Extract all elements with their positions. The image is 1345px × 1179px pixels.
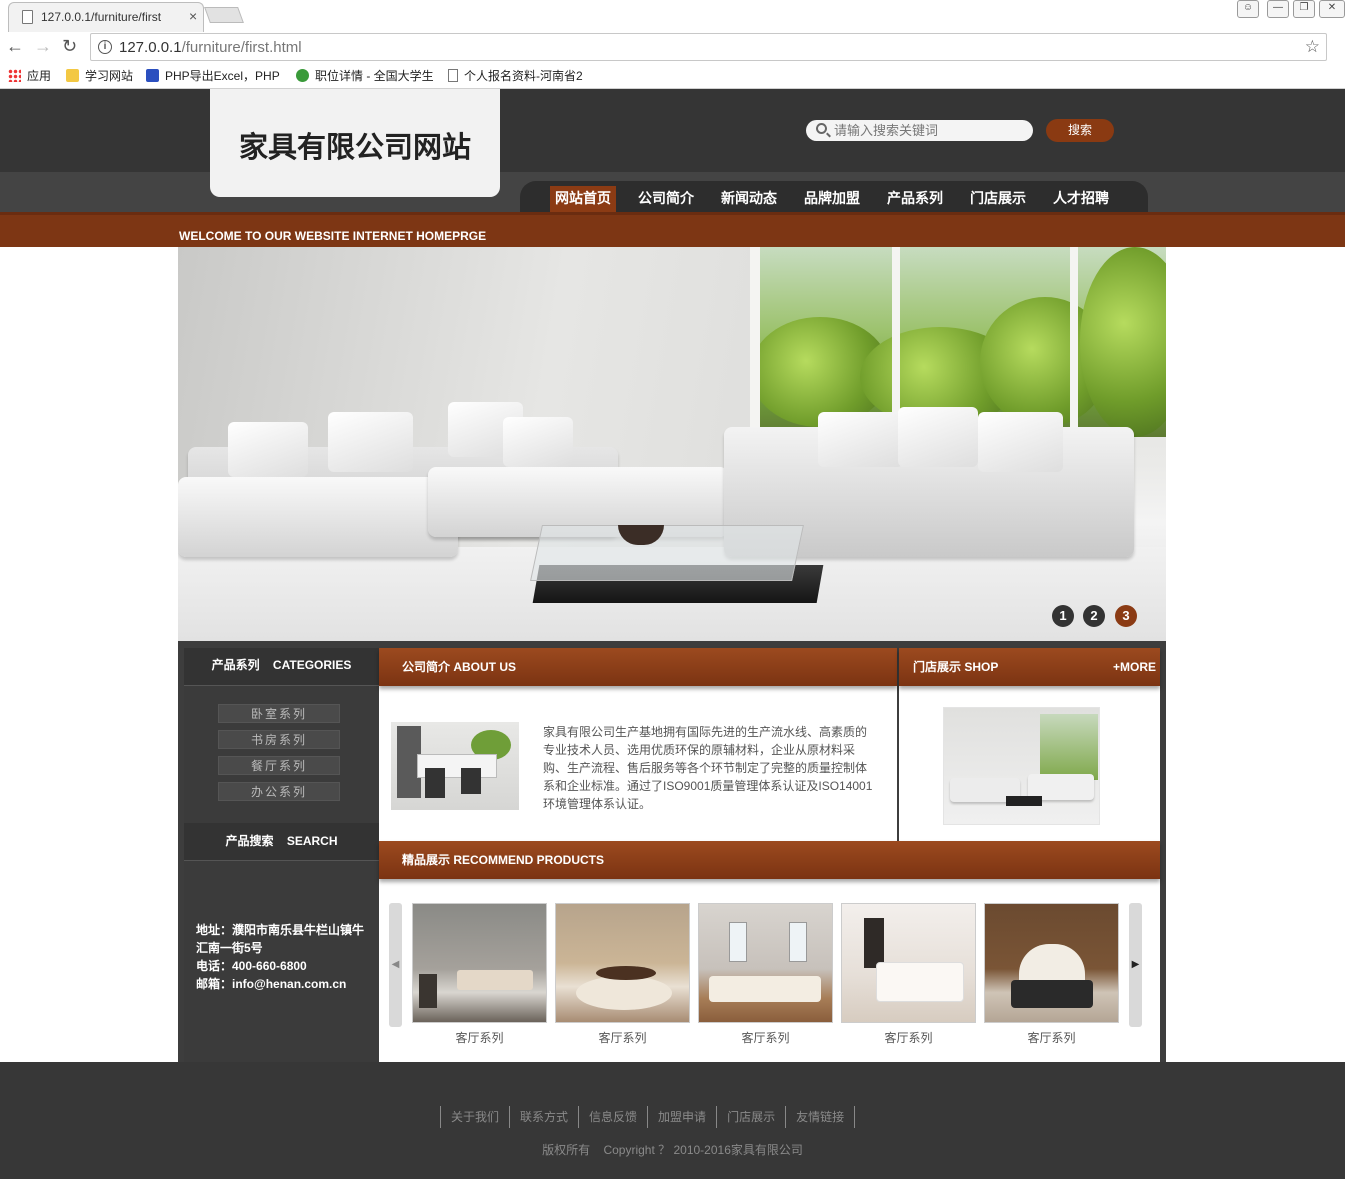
shop-title: 门店展示 SHOP +MORE (899, 648, 1160, 686)
forward-icon[interactable]: → (34, 36, 52, 57)
recommend-section: 精品展示 RECOMMEND PRODUCTS ◀ 客厅系列 客厅系列 客厅系列 (379, 841, 1160, 1062)
category-study[interactable]: 书房系列 (218, 730, 340, 749)
close-tab-icon[interactable]: × (189, 8, 197, 24)
product-card[interactable]: 客厅系列 (412, 903, 547, 1046)
site-header: 家具有限公司网站 搜索 网站首页 公司简介 新闻动态 品牌加盟 产品系列 门店展… (0, 89, 1345, 212)
search-field[interactable] (806, 120, 1033, 141)
welcome-text: WELCOME TO OUR WEBSITE INTERNET HOMEPRGE (179, 229, 487, 243)
product-card[interactable]: 客厅系列 (984, 903, 1119, 1046)
category-bedroom[interactable]: 卧室系列 (218, 704, 340, 723)
back-icon[interactable]: ← (6, 36, 24, 57)
footer-link-stores[interactable]: 门店展示 (716, 1106, 785, 1128)
address: 地址：濮阳市南乐县牛栏山镇牛汇南一街5号 (196, 923, 365, 955)
about-image[interactable] (391, 722, 519, 810)
page-icon (448, 69, 458, 82)
product-caption: 客厅系列 (1027, 1031, 1076, 1045)
bookmark-apps[interactable]: 应用 (8, 67, 51, 84)
shop-title-text: 门店展示 SHOP (913, 660, 999, 674)
search-button[interactable]: 搜索 (1046, 119, 1114, 142)
logo[interactable]: 家具有限公司网站 (210, 89, 500, 197)
info-icon[interactable]: i (98, 40, 112, 54)
sidebar: 产品系列 CATEGORIES 卧室系列 书房系列 餐厅系列 办公系列 产品搜索… (184, 648, 379, 1062)
recommend-title: 精品展示 RECOMMEND PRODUCTS (379, 841, 1160, 879)
address-bar[interactable]: i 127.0.0.1/furniture/first.html ☆ (90, 33, 1327, 61)
logo-text: 家具有限公司网站 (238, 132, 471, 164)
about-title: 公司简介 ABOUT US (379, 648, 897, 686)
apps-grid-icon (8, 69, 21, 82)
shop-section: 门店展示 SHOP +MORE (899, 648, 1160, 841)
tab-title: 127.0.0.1/furniture/first (41, 10, 162, 24)
about-section: 公司简介 ABOUT US 家具有限公司生产基地拥有国际先进的生产流水线、高素质… (379, 648, 897, 841)
product-search-title: 产品搜索 SEARCH (184, 823, 379, 861)
nav-news[interactable]: 新闻动态 (716, 186, 782, 212)
footer-link-about[interactable]: 关于我们 (440, 1106, 509, 1128)
product-card[interactable]: 客厅系列 (698, 903, 833, 1046)
footer-link-join[interactable]: 加盟申请 (647, 1106, 716, 1128)
nav-about[interactable]: 公司简介 (633, 186, 699, 212)
nav-products[interactable]: 产品系列 (882, 186, 948, 212)
close-window-icon[interactable]: ✕ (1319, 0, 1345, 18)
bookmark-job[interactable]: 职位详情 - 全国大学生 (296, 67, 434, 84)
slide-dot-3[interactable]: 3 (1115, 605, 1137, 627)
site-footer: 关于我们 联系方式 信息反馈 加盟申请 门店展示 友情链接 版权所有 Copyright … (0, 1062, 1345, 1179)
paw-icon (146, 69, 159, 82)
search-input[interactable] (834, 122, 1024, 139)
email: 邮箱：info@henan.com.cn (196, 977, 347, 991)
next-arrow-icon[interactable]: ▶ (1129, 903, 1142, 1027)
nav-franchise[interactable]: 品牌加盟 (799, 186, 865, 212)
footer-link-feedback[interactable]: 信息反馈 (578, 1106, 647, 1128)
slide-dot-1[interactable]: 1 (1052, 605, 1074, 627)
product-image[interactable] (555, 903, 690, 1023)
contact-info: 地址：濮阳市南乐县牛栏山镇牛汇南一街5号 电话：400-660-6800 邮箱：… (196, 921, 371, 993)
phone: 电话：400-660-6800 (196, 959, 307, 973)
nav-careers[interactable]: 人才招聘 (1048, 186, 1114, 212)
product-caption: 客厅系列 (598, 1031, 647, 1045)
new-tab-button[interactable] (204, 7, 244, 23)
product-image[interactable] (841, 903, 976, 1023)
footer-link-contact[interactable]: 联系方式 (509, 1106, 578, 1128)
product-image[interactable] (984, 903, 1119, 1023)
bookmark-php-excel[interactable]: PHP导出Excel，PHP (146, 67, 281, 84)
about-text: 家具有限公司生产基地拥有国际先进的生产流水线、高素质的专业技术人员、选用优质环保… (543, 725, 873, 811)
profile-icon[interactable]: ☺ (1237, 0, 1259, 18)
category-office[interactable]: 办公系列 (218, 782, 340, 801)
product-card[interactable]: 客厅系列 (555, 903, 690, 1046)
browser-tabbar: 127.0.0.1/furniture/first × ☺ — ❐ ✕ (0, 0, 1345, 32)
url-text: 127.0.0.1/furniture/first.html (119, 39, 302, 56)
more-link[interactable]: +MORE (1113, 648, 1156, 686)
browser-toolbar: ← → ↻ i 127.0.0.1/furniture/first.html ☆ (0, 32, 1345, 62)
search-icon (816, 123, 827, 134)
browser-tab[interactable]: 127.0.0.1/furniture/first × (8, 2, 204, 32)
minimize-icon[interactable]: — (1267, 0, 1289, 18)
page-icon (22, 10, 33, 24)
footer-link-friends[interactable]: 友情链接 (785, 1106, 856, 1128)
category-dining[interactable]: 餐厅系列 (218, 756, 340, 775)
nav-home[interactable]: 网站首页 (550, 186, 616, 212)
shop-image[interactable] (943, 707, 1100, 825)
prev-arrow-icon[interactable]: ◀ (389, 903, 402, 1027)
welcome-band: WELCOME TO OUR WEBSITE INTERNET HOMEPRGE (0, 212, 1345, 247)
product-caption: 客厅系列 (884, 1031, 933, 1045)
slide-dot-2[interactable]: 2 (1083, 605, 1105, 627)
nav-stores[interactable]: 门店展示 (965, 186, 1031, 212)
restore-icon[interactable]: ❐ (1293, 0, 1315, 18)
copyright: 版权所有 Copyright ？ 2010-2016家具有限公司 (542, 1143, 803, 1157)
footer-links: 关于我们 联系方式 信息反馈 加盟申请 门店展示 友情链接 (440, 1106, 856, 1128)
hero-banner[interactable]: 1 2 3 (178, 247, 1166, 641)
bookmark-signup[interactable]: 个人报名资料-河南省2 (448, 67, 584, 84)
main-content: 产品系列 CATEGORIES 卧室系列 书房系列 餐厅系列 办公系列 产品搜索… (178, 641, 1166, 1062)
product-image[interactable] (412, 903, 547, 1023)
reload-icon[interactable]: ↻ (62, 36, 77, 57)
product-caption: 客厅系列 (455, 1031, 504, 1045)
folder-icon (66, 69, 79, 82)
categories-title: 产品系列 CATEGORIES (184, 648, 379, 686)
bookmark-study[interactable]: 学习网站 (66, 67, 133, 84)
product-image[interactable] (698, 903, 833, 1023)
bookmarks-bar: 应用 学习网站 PHP导出Excel，PHP 职位详情 - 全国大学生 个人报名… (0, 62, 1345, 89)
product-card[interactable]: 客厅系列 (841, 903, 976, 1046)
product-caption: 客厅系列 (741, 1031, 790, 1045)
bookmark-star-icon[interactable]: ☆ (1305, 37, 1320, 57)
globe-icon (296, 69, 309, 82)
